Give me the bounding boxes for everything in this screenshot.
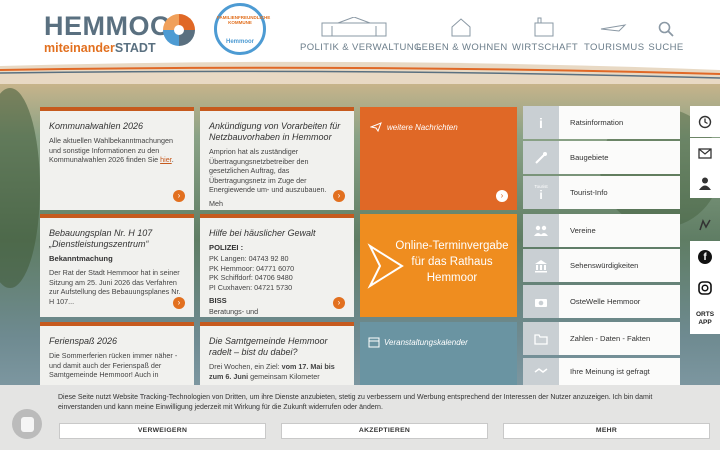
nav-leben[interactable]: LEBEN & WOHNEN bbox=[416, 15, 507, 55]
tile-title: Ankündigung von Vorarbeiten für Netzbauv… bbox=[209, 121, 341, 142]
news-tile-bebauungsplan[interactable]: Bebauungsplan Nr. H 107 „Dienstleistungs… bbox=[40, 214, 194, 317]
shovel-icon bbox=[523, 141, 559, 174]
calendar-icon bbox=[368, 337, 380, 348]
clock-icon bbox=[698, 115, 712, 128]
tourist-info-icon: Tourist i bbox=[523, 176, 559, 209]
arrow-right-icon[interactable]: › bbox=[173, 190, 185, 202]
link-vereine[interactable]: Vereine bbox=[523, 214, 680, 247]
facebook-icon: f bbox=[698, 249, 712, 264]
nav-politik[interactable]: POLITIK & VERWALTUNG bbox=[300, 15, 421, 55]
instagram-icon bbox=[698, 280, 712, 295]
paper-plane-icon bbox=[370, 122, 382, 132]
side-facebook-button[interactable]: f bbox=[690, 241, 720, 272]
decline-button[interactable]: VERWEIGERN bbox=[59, 423, 266, 439]
tile-title: Hilfe bei häuslicher Gewalt bbox=[209, 228, 316, 238]
hier-link[interactable]: hier bbox=[160, 155, 172, 164]
header-wave bbox=[0, 61, 720, 84]
tile-text: Der Rat der Stadt Hemmoor hat in seiner … bbox=[49, 268, 181, 306]
more-button[interactable]: MEHR bbox=[503, 423, 710, 439]
online-appointment-label: Online-Terminvergabe für das Rathaus Hem… bbox=[395, 240, 509, 284]
side-instagram-button[interactable] bbox=[690, 272, 720, 303]
tile-text: Alle aktuellen Wahlbekanntmachungen und … bbox=[49, 136, 174, 165]
family-friendly-seal: FAMILIENFREUNDLICHE KOMMUNE Hemmoor bbox=[214, 3, 270, 55]
nav-suche[interactable]: SUCHE bbox=[648, 15, 684, 55]
nav-tourismus[interactable]: TOURISMUS bbox=[584, 15, 644, 55]
tile-title: Bebauungsplan Nr. H 107 „Dienstleistungs… bbox=[49, 228, 153, 249]
side-user-button[interactable] bbox=[690, 168, 720, 198]
logo-pinwheel-icon bbox=[163, 14, 195, 46]
tile-text: Drei Wochen, ein Ziel: vom 17. Mai bis z… bbox=[209, 362, 335, 381]
sign-language-icon bbox=[699, 218, 711, 230]
side-accessibility-button[interactable] bbox=[690, 209, 720, 240]
event-calendar-label: Veranstaltungskalender bbox=[384, 337, 468, 347]
folder-icon bbox=[523, 322, 559, 355]
factory-icon bbox=[512, 15, 576, 37]
link-baugebiete[interactable]: Baugebiete bbox=[523, 141, 680, 174]
link-zahlen-daten-fakten[interactable]: Zahlen - Daten - Fakten bbox=[523, 322, 680, 355]
house-icon bbox=[416, 15, 506, 37]
accept-button[interactable]: AKZEPTIEREN bbox=[281, 423, 488, 439]
museum-icon bbox=[523, 249, 559, 282]
arrow-right-icon[interactable]: › bbox=[173, 297, 185, 309]
link-tourist-info[interactable]: Tourist i Tourist-Info bbox=[523, 176, 680, 209]
more-news-label: weitere Nachrichten bbox=[387, 122, 458, 132]
town-hall-icon bbox=[300, 15, 408, 37]
news-tile-ferienspass[interactable]: Ferienspaß 2026 Die Sommerferien rücken … bbox=[40, 322, 194, 392]
tile-title: Die Samtgemeinde Hemmoor radelt – bist d… bbox=[209, 336, 328, 357]
arrow-right-icon[interactable]: › bbox=[496, 190, 508, 202]
search-icon bbox=[648, 15, 684, 37]
more-news-tile[interactable]: weitere Nachrichten › bbox=[360, 107, 517, 210]
link-ostewelle[interactable]: OsteWelle Hemmoor bbox=[523, 285, 680, 318]
handshake-icon bbox=[523, 358, 559, 385]
arrow-right-icon[interactable]: › bbox=[333, 297, 345, 309]
cookie-text: Diese Seite nutzt Website Tracking-Techn… bbox=[58, 394, 653, 411]
link-ratsinformation[interactable]: i Ratsinformation bbox=[523, 106, 680, 139]
link-ihre-meinung[interactable]: Ihre Meinung ist gefragt bbox=[523, 358, 680, 385]
news-tile-gewalt[interactable]: Hilfe bei häuslicher Gewalt POLIZEI : PK… bbox=[200, 214, 354, 317]
tile-text: Amprion hat als zuständiger Übertragungs… bbox=[209, 147, 327, 195]
mail-icon bbox=[698, 148, 712, 159]
info-icon: i bbox=[523, 106, 559, 139]
tile-text: Die Sommerferien rücken immer näher - un… bbox=[49, 351, 178, 380]
tile-title: Ferienspaß 2026 bbox=[49, 336, 118, 346]
group-icon bbox=[523, 214, 559, 247]
side-clock-button[interactable] bbox=[690, 106, 720, 137]
arrow-right-icon[interactable]: › bbox=[333, 190, 345, 202]
news-tile-radeln[interactable]: Die Samtgemeinde Hemmoor radelt – bist d… bbox=[200, 322, 354, 392]
event-calendar-tile[interactable]: Veranstaltungskalender bbox=[360, 322, 517, 392]
side-orts-app-button[interactable]: ORTS APP bbox=[690, 303, 720, 334]
news-tile-kommunalwahlen[interactable]: Kommunalwahlen 2026 Alle aktuellen Wahlb… bbox=[40, 107, 194, 210]
fingerprint-icon[interactable] bbox=[12, 409, 42, 439]
nav-wirtschaft[interactable]: WIRTSCHAFT bbox=[512, 15, 578, 55]
tile-title: Kommunalwahlen 2026 bbox=[49, 121, 144, 131]
cookie-banner: Diese Seite nutzt Website Tracking-Techn… bbox=[0, 385, 720, 450]
online-appointment-tile[interactable]: Online-Terminvergabe für das Rathaus Hem… bbox=[360, 214, 517, 317]
link-sehenswuerdigkeiten[interactable]: Sehenswürdigkeiten bbox=[523, 249, 680, 282]
police-numbers: PK Langen: 04743 92 80 PK Hemmoor: 04771 … bbox=[209, 254, 295, 292]
side-mail-button[interactable] bbox=[690, 138, 720, 169]
plane-icon bbox=[584, 15, 642, 37]
camera-icon bbox=[523, 285, 559, 318]
news-tile-netzbau[interactable]: Ankündigung von Vorarbeiten für Netzbauv… bbox=[200, 107, 354, 210]
user-icon bbox=[699, 177, 711, 190]
